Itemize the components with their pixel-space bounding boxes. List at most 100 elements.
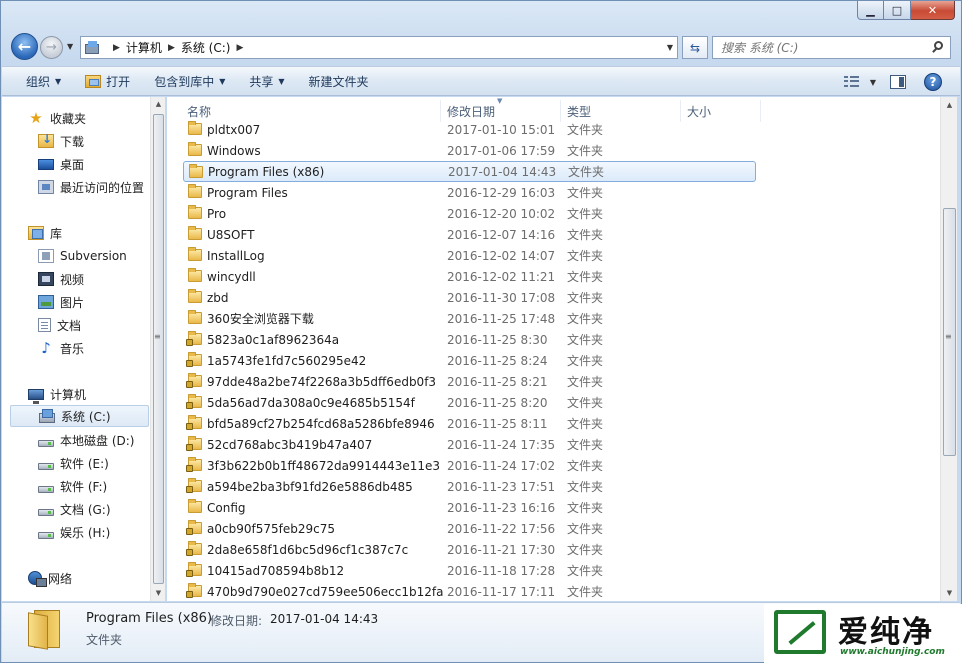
forward-button[interactable]: → bbox=[40, 36, 63, 59]
organize-label: 组织 bbox=[26, 74, 51, 89]
table-row[interactable]: InstallLog 2016-12-02 14:07 文件夹 bbox=[183, 245, 756, 266]
table-row[interactable]: 1a5743fe1fd7c560295e42 2016-11-25 8:24 文件夹 bbox=[183, 350, 756, 371]
table-row[interactable]: Config 2016-11-23 16:16 文件夹 bbox=[183, 497, 756, 518]
sidebar-item-drive-g[interactable]: 文档 (G:) bbox=[38, 498, 111, 520]
table-row[interactable]: 5823a0c1af8962364a 2016-11-25 8:30 文件夹 bbox=[183, 329, 756, 350]
sidebar-item-subversion[interactable]: Subversion bbox=[38, 245, 127, 267]
file-name: a0cb90f575feb29c75 bbox=[207, 521, 335, 536]
scroll-down-icon[interactable]: ▼ bbox=[151, 586, 166, 601]
sidebar-item-recent-places[interactable]: 最近访问的位置 bbox=[38, 176, 144, 198]
file-type: 文件夹 bbox=[567, 249, 604, 263]
chevron-down-icon: ▼ bbox=[278, 76, 285, 86]
breadcrumb-chevron-icon[interactable]: ▶ bbox=[113, 43, 120, 53]
table-row[interactable]: zbd 2016-11-30 17:08 文件夹 bbox=[183, 287, 756, 308]
chevron-down-icon: ▼ bbox=[55, 76, 62, 86]
file-name: 3f3b622b0b1ff48672da9914443e11e3 bbox=[207, 458, 441, 473]
table-row[interactable]: wincydll 2016-12-02 11:21 文件夹 bbox=[183, 266, 756, 287]
file-type: 文件夹 bbox=[567, 312, 604, 326]
search-box[interactable] bbox=[712, 36, 951, 59]
new-folder-button[interactable]: 新建文件夹 bbox=[297, 66, 381, 96]
file-date: 2016-11-24 17:02 bbox=[447, 458, 556, 473]
table-row[interactable]: 97dde48a2be74f2268a3b5dff6edb0f3 2016-11-… bbox=[183, 371, 756, 392]
table-row[interactable]: U8SOFT 2016-12-07 14:16 文件夹 bbox=[183, 224, 756, 245]
star-icon: ★ bbox=[29, 109, 43, 127]
organize-button[interactable]: 组织 ▼ bbox=[14, 66, 73, 96]
sidebar-item-drive-e[interactable]: 软件 (E:) bbox=[38, 452, 109, 474]
sidebar-item-desktop[interactable]: 桌面 bbox=[38, 153, 84, 175]
hard-drive-icon bbox=[38, 462, 54, 470]
watermark-text: 爱纯净 bbox=[838, 615, 934, 650]
recent-pages-dropdown[interactable]: ▼ bbox=[67, 42, 73, 51]
sidebar-item-network[interactable]: 网络 bbox=[28, 567, 72, 589]
table-row[interactable]: 360安全浏览器下载 2016-11-25 17:48 文件夹 bbox=[183, 308, 756, 329]
preview-pane-icon[interactable] bbox=[890, 75, 906, 89]
scroll-up-icon[interactable]: ▲ bbox=[941, 97, 958, 113]
file-type: 文件夹 bbox=[567, 291, 604, 305]
aichunjing-logo-icon bbox=[774, 610, 826, 654]
include-in-library-label: 包含到库中 bbox=[154, 74, 215, 89]
sidebar-item-drive-f[interactable]: 软件 (F:) bbox=[38, 475, 107, 497]
help-icon[interactable]: ? bbox=[924, 73, 942, 91]
file-date: 2016-11-21 17:30 bbox=[447, 542, 556, 557]
table-row[interactable]: 3f3b622b0b1ff48672da9914443e11e3 2016-11-… bbox=[183, 455, 756, 476]
sidebar-item-favorites[interactable]: ★ 收藏夹 bbox=[28, 107, 86, 129]
change-view-button[interactable]: ▼ bbox=[843, 76, 876, 88]
sidebar-item-videos[interactable]: 视频 bbox=[38, 268, 84, 290]
table-row[interactable]: 470b9d790e027cd759ee506ecc1b12fa 2016-11-… bbox=[183, 581, 756, 601]
table-row[interactable]: 52cd768abc3b419b47a407 2016-11-24 17:35 文件… bbox=[183, 434, 756, 455]
table-row[interactable]: bfd5a89cf27b254fcd68a5286bfe8946 2016-11-… bbox=[183, 413, 756, 434]
sidebar-item-libraries[interactable]: 库 bbox=[28, 222, 62, 244]
breadcrumb-computer[interactable]: 计算机 bbox=[126, 39, 162, 56]
sidebar-item-pictures[interactable]: 图片 bbox=[38, 291, 84, 313]
search-icon[interactable] bbox=[931, 40, 945, 54]
navigation-scrollbar[interactable]: ▲ ≡ ▼ bbox=[150, 97, 165, 601]
sidebar-item-documents[interactable]: 文档 bbox=[38, 314, 81, 336]
scroll-thumb[interactable] bbox=[153, 114, 164, 584]
breadcrumb-chevron-icon[interactable]: ▶ bbox=[168, 43, 175, 53]
sidebar-item-computer[interactable]: 计算机 bbox=[28, 383, 86, 405]
table-row[interactable]: a594be2ba3bf91fd26e5886db485 2016-11-23 1… bbox=[183, 476, 756, 497]
include-in-library-button[interactable]: 包含到库中 ▼ bbox=[142, 66, 237, 96]
table-row[interactable]: pldtx007 2017-01-10 15:01 文件夹 bbox=[183, 119, 756, 140]
refresh-button[interactable]: ⇆ bbox=[682, 36, 708, 59]
sidebar-item-drive-d[interactable]: 本地磁盘 (D:) bbox=[38, 429, 134, 451]
sidebar-item-drive-c[interactable]: 系统 (C:) bbox=[10, 405, 149, 427]
table-row[interactable]: 2da8e658f1d6bc5d96cf1c387c7c 2016-11-21 1… bbox=[183, 539, 756, 560]
table-row[interactable]: Program Files (x86) 2017-01-04 14:43 文件夹 bbox=[183, 161, 756, 182]
minimize-button[interactable]: ▁ bbox=[857, 1, 884, 20]
sidebar-item-downloads[interactable]: 下载 bbox=[38, 130, 84, 152]
file-date: 2016-11-30 17:08 bbox=[447, 290, 556, 305]
sidebar-item-label: 计算机 bbox=[50, 387, 87, 402]
share-button[interactable]: 共享 ▼ bbox=[237, 66, 296, 96]
sidebar-item-drive-h[interactable]: 娱乐 (H:) bbox=[38, 521, 110, 543]
hard-drive-icon bbox=[38, 485, 54, 493]
table-row[interactable]: Pro 2016-12-20 10:02 文件夹 bbox=[183, 203, 756, 224]
file-list-scrollbar[interactable]: ▲ ≡ ▼ bbox=[940, 97, 957, 601]
breadcrumb-chevron-icon[interactable]: ▶ bbox=[236, 43, 243, 53]
sidebar-item-music[interactable]: ♪ 音乐 bbox=[38, 337, 84, 359]
details-view-icon bbox=[843, 76, 860, 88]
sidebar-item-label: 收藏夹 bbox=[50, 111, 87, 126]
scroll-up-icon[interactable]: ▲ bbox=[151, 97, 166, 112]
file-name: Program Files bbox=[207, 185, 288, 200]
table-row[interactable]: 10415ad708594b8b12 2016-11-18 17:28 文件夹 bbox=[183, 560, 756, 581]
search-input[interactable] bbox=[721, 40, 921, 55]
refresh-icon: ⇆ bbox=[689, 40, 701, 55]
video-icon bbox=[38, 272, 54, 286]
table-row[interactable]: Program Files 2016-12-29 16:03 文件夹 bbox=[183, 182, 756, 203]
scroll-down-icon[interactable]: ▼ bbox=[941, 585, 958, 601]
maximize-button[interactable]: □ bbox=[884, 1, 911, 20]
address-bar[interactable]: ▶ 计算机 ▶ 系统 (C:) ▶ ▼ bbox=[80, 36, 678, 59]
back-button[interactable]: ← bbox=[11, 33, 38, 60]
explorer-window: ▁ □ ✕ ← → ▼ ▶ 计算机 ▶ 系统 (C:) ▶ ▼ ⇆ 组织 ▼ 打开 bbox=[0, 0, 962, 663]
locked-folder-icon bbox=[186, 394, 202, 409]
locked-folder-icon bbox=[186, 415, 202, 430]
downloads-folder-icon bbox=[38, 132, 54, 148]
table-row[interactable]: Windows 2017-01-06 17:59 文件夹 bbox=[183, 140, 756, 161]
table-row[interactable]: a0cb90f575feb29c75 2016-11-22 17:56 文件夹 bbox=[183, 518, 756, 539]
address-dropdown-icon[interactable]: ▼ bbox=[667, 43, 673, 52]
close-button[interactable]: ✕ bbox=[911, 1, 955, 20]
open-button[interactable]: 打开 bbox=[73, 66, 142, 96]
breadcrumb-system-drive[interactable]: 系统 (C:) bbox=[181, 39, 231, 56]
table-row[interactable]: 5da56ad7da308a0c9e4685b5154f 2016-11-25 8… bbox=[183, 392, 756, 413]
